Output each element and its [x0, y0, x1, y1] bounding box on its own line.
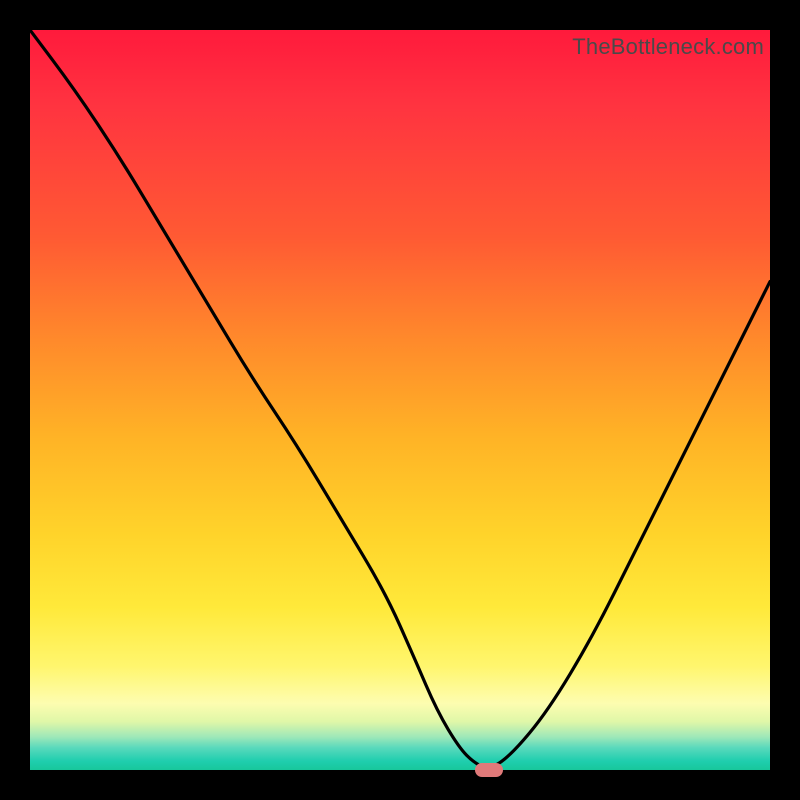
- plot-area: TheBottleneck.com: [30, 30, 770, 770]
- curve-path: [30, 30, 770, 768]
- bottleneck-curve: [30, 30, 770, 770]
- optimal-marker: [475, 763, 503, 777]
- chart-frame: TheBottleneck.com: [0, 0, 800, 800]
